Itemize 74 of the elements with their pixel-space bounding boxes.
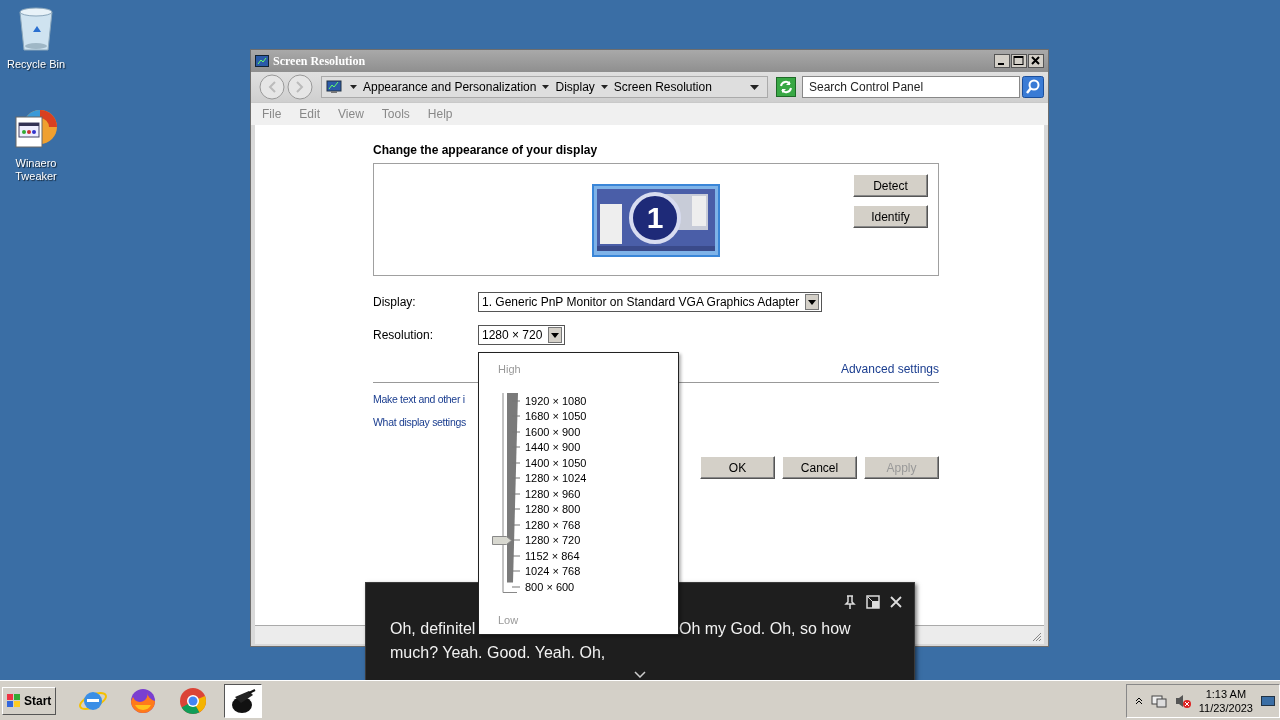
- slider-thumb[interactable]: [492, 535, 512, 545]
- maximize-button[interactable]: [1011, 54, 1027, 68]
- tick-mark: [512, 570, 520, 573]
- window-title: Screen Resolution: [273, 53, 367, 69]
- tick-mark: [512, 539, 520, 542]
- windows-logo-icon: [7, 694, 21, 707]
- caption-text: Oh my God. Oh, so how: [679, 619, 851, 639]
- dropdown[interactable]: 1280 × 720: [478, 325, 566, 345]
- section-heading: Change the appearance of your display: [373, 143, 599, 157]
- control-panel-icon: [326, 80, 342, 94]
- dialog-button[interactable]: Cancel: [782, 456, 857, 479]
- chevron-down-icon[interactable]: [634, 671, 646, 678]
- address-bar[interactable]: Appearance and Personalization Display Screen Resolution: [321, 76, 768, 98]
- resolution-option[interactable]: 1400 × 1050: [525, 456, 587, 469]
- help-link[interactable]: Make text and other i: [373, 393, 465, 405]
- resolution-option[interactable]: 1680 × 1050: [525, 410, 587, 423]
- volume-muted-icon[interactable]: [1174, 692, 1191, 709]
- dropdown-caret-icon[interactable]: [750, 84, 759, 90]
- resolution-option[interactable]: 1280 × 720: [525, 534, 581, 547]
- field-label: Display:: [373, 295, 417, 309]
- caret-icon[interactable]: [350, 85, 357, 89]
- recycle-bin-icon[interactable]: [16, 6, 56, 52]
- field-label: Resolution:: [373, 328, 435, 342]
- dialog-button[interactable]: Detect: [853, 174, 928, 197]
- dialog-button[interactable]: Identify: [853, 205, 928, 228]
- caret-icon[interactable]: [600, 85, 608, 89]
- help-link[interactable]: What display settings: [373, 416, 466, 428]
- close-button[interactable]: [1028, 54, 1044, 68]
- slider-end-label: Low: [498, 614, 520, 626]
- desktop-icon-label[interactable]: Recycle Bin: [6, 58, 66, 71]
- tick-mark: [512, 585, 520, 588]
- resize-grip-icon: [1032, 632, 1042, 642]
- resolution-option[interactable]: 1024 × 768: [525, 565, 581, 578]
- window-resize-icon[interactable]: [866, 595, 880, 609]
- resolution-option[interactable]: 1600 × 900: [525, 425, 581, 438]
- resolution-option[interactable]: 1280 × 1024: [525, 472, 587, 485]
- resolution-option[interactable]: 800 × 600: [525, 580, 575, 593]
- refresh-button[interactable]: [776, 77, 796, 97]
- pin-icon[interactable]: [844, 595, 856, 609]
- resolution-option[interactable]: 1152 × 864: [525, 549, 580, 562]
- monitor-drawing: 1: [592, 184, 720, 257]
- dropdown[interactable]: 1. Generic PnP Monitor on Standard VGA Graphics Adapter: [478, 292, 823, 312]
- tick-mark: [512, 477, 520, 480]
- slider-end-label: High: [498, 363, 522, 375]
- desktop-icon-label[interactable]: Winaero Tweaker: [6, 157, 66, 183]
- chevron-up-icon[interactable]: [1134, 696, 1143, 705]
- search-field[interactable]: Search Control Panel: [802, 76, 1020, 98]
- search-button[interactable]: [1022, 76, 1044, 98]
- caption-text: Oh, definitel: [390, 619, 476, 639]
- breadcrumb-item[interactable]: Appearance and Personalization: [363, 80, 537, 94]
- tick-mark: [512, 508, 520, 511]
- resolution-option[interactable]: 1920 × 1080: [525, 394, 587, 407]
- resolution-option[interactable]: 1280 × 960: [525, 487, 581, 500]
- breadcrumb-item[interactable]: Screen Resolution: [613, 80, 712, 94]
- close-icon[interactable]: [890, 596, 902, 608]
- dialog-button[interactable]: OK: [700, 456, 775, 479]
- taskbar-button[interactable]: [224, 683, 263, 718]
- tick-mark: [512, 554, 520, 557]
- breadcrumb-item[interactable]: Display: [555, 80, 595, 94]
- app-window-icon[interactable]: [14, 107, 58, 151]
- tick-mark: [512, 523, 520, 526]
- minimize-button[interactable]: [994, 54, 1010, 68]
- tick-mark: [512, 492, 520, 495]
- resolution-option[interactable]: 1440 × 900: [525, 441, 581, 454]
- caret-icon[interactable]: [542, 85, 550, 89]
- network-icon[interactable]: [1150, 692, 1167, 709]
- clock[interactable]: 1:13 AM 11/23/2023: [1198, 686, 1253, 715]
- window-icon: [255, 55, 269, 67]
- resolution-option[interactable]: 1280 × 800: [525, 503, 581, 516]
- caption-text: much? Yeah. Good. Yeah. Oh,: [390, 643, 607, 663]
- advanced-settings-link[interactable]: Advanced settings: [840, 362, 939, 376]
- start-button[interactable]: Start: [2, 686, 57, 715]
- show-desktop-icon[interactable]: [1261, 693, 1275, 708]
- resolution-option[interactable]: 1280 × 768: [525, 518, 581, 531]
